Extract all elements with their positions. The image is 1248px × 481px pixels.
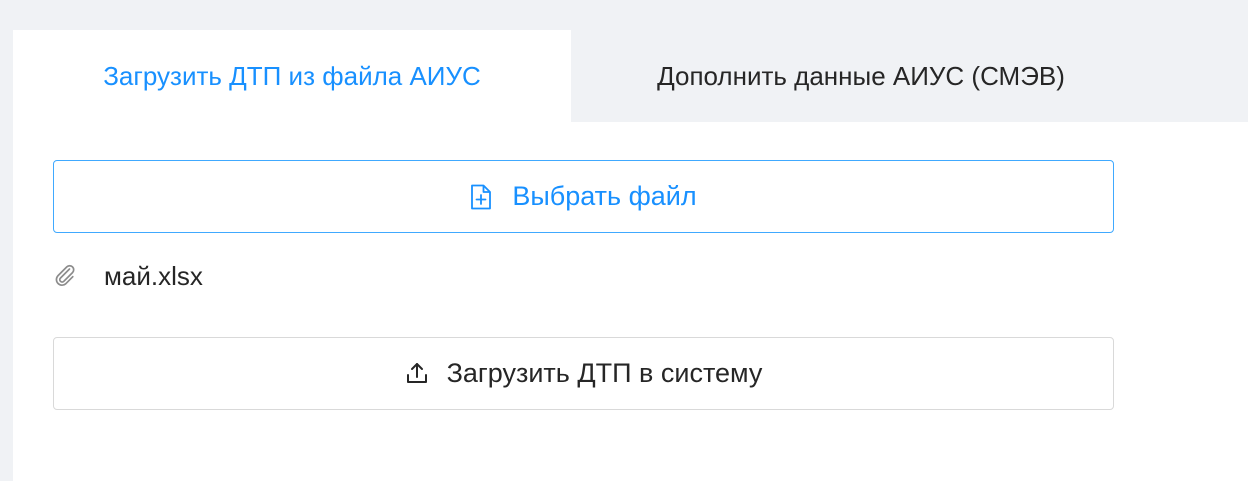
upload-icon <box>405 361 431 387</box>
select-file-label: Выбрать файл <box>512 181 697 211</box>
page: Загрузить ДТП из файла АИУС Дополнить да… <box>0 0 1248 481</box>
tab-supplement-data-label: Дополнить данные АИУС (СМЭВ) <box>657 60 1065 91</box>
tab-supplement-data[interactable]: Дополнить данные АИУС (СМЭВ) <box>571 30 1151 122</box>
upload-button[interactable]: Загрузить ДТП в систему <box>53 337 1114 410</box>
select-file-button[interactable]: Выбрать файл <box>53 160 1114 233</box>
tab-bar: Загрузить ДТП из файла АИУС Дополнить да… <box>13 30 1248 122</box>
attached-file-name: май.xlsx <box>104 260 203 291</box>
paperclip-icon <box>53 263 79 289</box>
attached-file[interactable]: май.xlsx <box>53 256 203 296</box>
left-background-strip <box>0 0 13 481</box>
tab-upload-from-file-label: Загрузить ДТП из файла АИУС <box>103 60 481 91</box>
file-add-icon <box>470 184 496 210</box>
top-background-strip <box>0 0 1248 30</box>
tab-upload-from-file[interactable]: Загрузить ДТП из файла АИУС <box>13 30 571 122</box>
upload-button-label: Загрузить ДТП в систему <box>446 358 763 388</box>
